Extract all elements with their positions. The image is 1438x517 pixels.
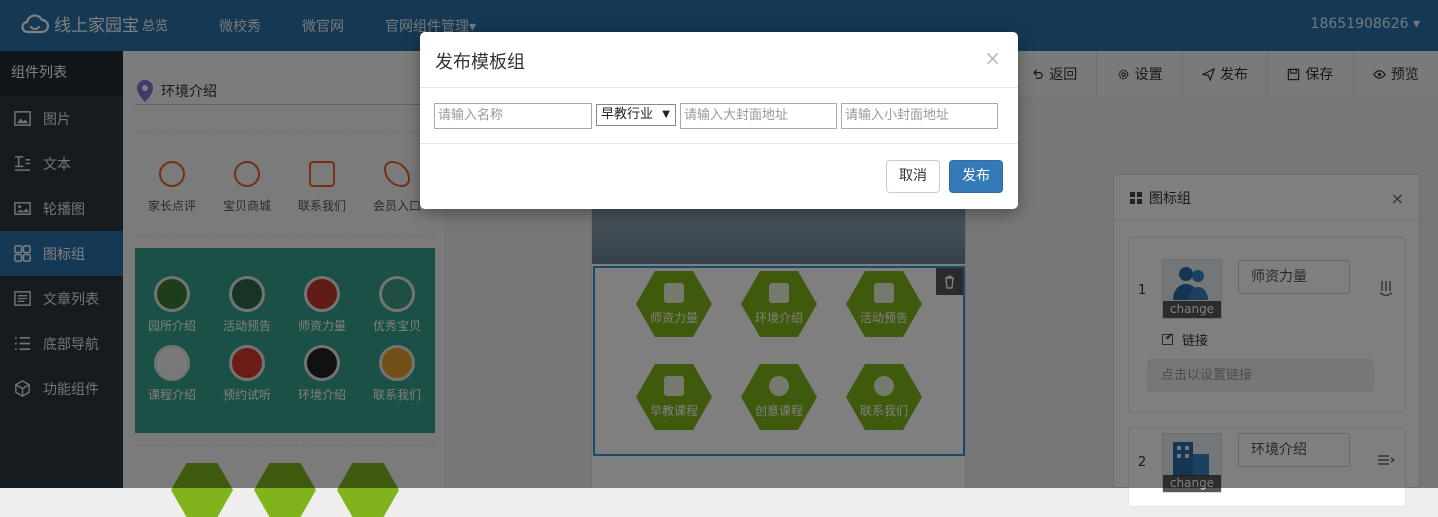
small-cover-input[interactable]: 请输入小封面地址	[841, 103, 998, 129]
close-icon[interactable]: ×	[984, 46, 1001, 70]
publish-button[interactable]: 发布	[949, 160, 1003, 193]
divider	[420, 143, 1018, 144]
publish-template-modal: 发布模板组 × 请输入名称 早教行业 ▼ 请输入大封面地址 请输入小封面地址 取…	[420, 32, 1018, 209]
industry-selected: 早教行业	[601, 107, 654, 122]
big-cover-input[interactable]: 请输入大封面地址	[680, 103, 837, 129]
modal-title: 发布模板组	[435, 52, 525, 73]
dropdown-arrow-icon: ▼	[662, 109, 670, 120]
industry-select[interactable]: 早教行业 ▼	[596, 104, 676, 126]
template-name-input[interactable]: 请输入名称	[434, 103, 592, 129]
divider	[420, 87, 1018, 88]
cancel-button[interactable]: 取消	[886, 160, 940, 193]
